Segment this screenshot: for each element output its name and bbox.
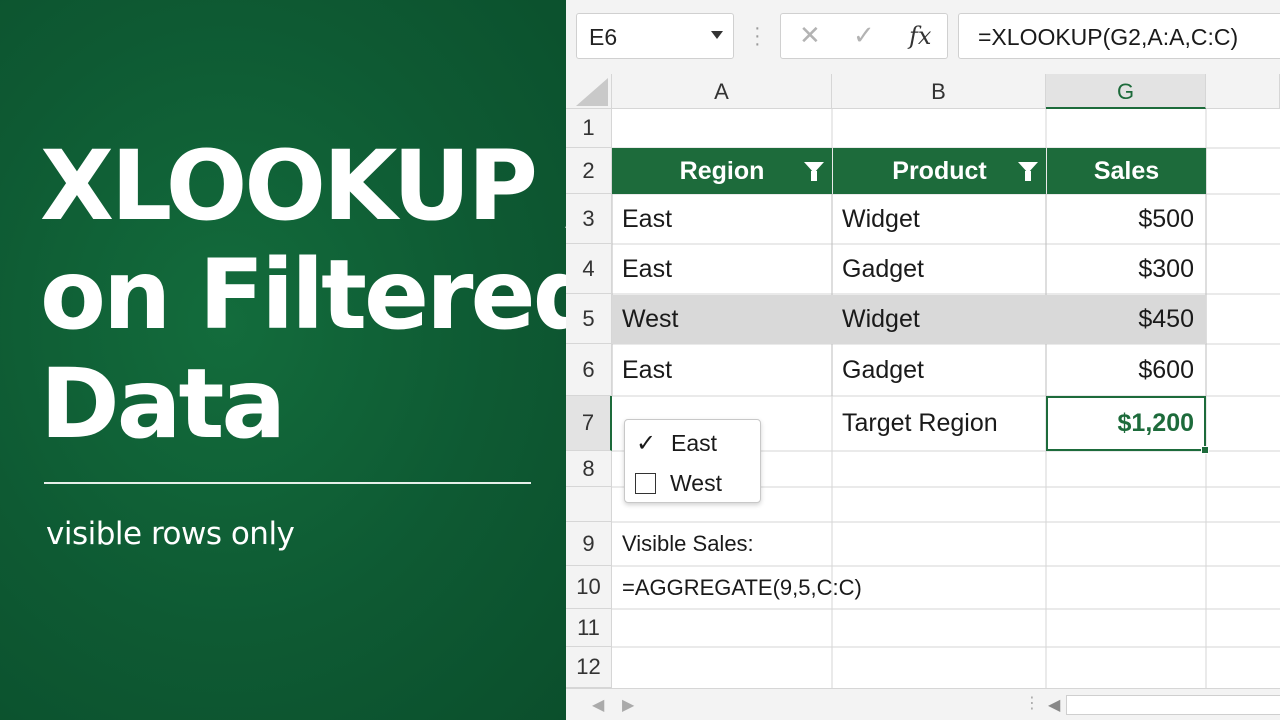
- row-header-9[interactable]: 9: [566, 522, 612, 566]
- cell-product[interactable]: Gadget: [832, 244, 1046, 294]
- cell-sales[interactable]: $450: [1046, 294, 1206, 344]
- scroll-left-icon[interactable]: ◀: [1048, 695, 1060, 715]
- row-header-hidden: [566, 487, 612, 522]
- filter-icon[interactable]: [804, 162, 824, 181]
- table-header-sales[interactable]: Sales: [1047, 148, 1206, 194]
- checkbox-icon[interactable]: [635, 472, 656, 494]
- cell-region[interactable]: East: [612, 244, 832, 294]
- title-panel: XLOOKUP / on Filtered Data visible rows …: [0, 0, 601, 720]
- splitter-icon[interactable]: ⋮: [1024, 693, 1040, 713]
- cell-region[interactable]: East: [612, 344, 832, 396]
- cell-region[interactable]: East: [612, 194, 832, 244]
- aggregate-formula-cell[interactable]: =AGGREGATE(9,5,C:C): [612, 566, 892, 609]
- cell-region[interactable]: West: [612, 294, 832, 344]
- filter-option-west[interactable]: West: [635, 466, 722, 500]
- headline-line-1: XLOOKUP /: [40, 130, 600, 242]
- headline-divider: [44, 482, 531, 484]
- sheet-nav-bar: ◀ ▶ ⋮ ◀: [566, 688, 1280, 720]
- row-header-12[interactable]: 12: [566, 647, 612, 688]
- table-header-label: Product: [892, 156, 987, 185]
- column-header-b[interactable]: B: [832, 74, 1046, 109]
- column-header-a[interactable]: A: [612, 74, 832, 109]
- result-cell[interactable]: $1,200: [1046, 396, 1209, 454]
- previous-sheet-icon[interactable]: ◀: [592, 695, 604, 715]
- row-header-1[interactable]: 1: [566, 109, 612, 148]
- subtitle: visible rows only: [46, 516, 295, 552]
- result-value: $1,200: [1117, 409, 1194, 437]
- target-region-label[interactable]: Target Region: [832, 396, 1046, 451]
- select-all-button[interactable]: [566, 74, 612, 109]
- row-header-10[interactable]: 10: [566, 566, 612, 609]
- fill-handle[interactable]: [1201, 446, 1209, 454]
- headline: XLOOKUP / on Filtered Data: [40, 130, 601, 460]
- row-header-11[interactable]: 11: [566, 609, 612, 647]
- table-header-product[interactable]: Product: [833, 148, 1046, 194]
- row-header-2[interactable]: 2: [566, 148, 612, 194]
- filter-dropdown: ✓ East West: [624, 419, 761, 503]
- headline-line-2: on Filtered: [40, 239, 601, 351]
- table-header-label: Region: [679, 156, 765, 185]
- visible-sales-label[interactable]: Visible Sales:: [612, 522, 872, 566]
- cell-sales[interactable]: $600: [1046, 344, 1206, 396]
- table-header-label: Sales: [1093, 156, 1160, 185]
- headline-line-3: Data: [40, 348, 286, 460]
- cell-product[interactable]: Widget: [832, 194, 1046, 244]
- table-header-region[interactable]: Region: [612, 148, 832, 194]
- cell-product[interactable]: Gadget: [832, 344, 1046, 396]
- filter-icon[interactable]: [1018, 162, 1038, 181]
- column-header-empty[interactable]: [1206, 74, 1280, 109]
- checkmark-icon[interactable]: ✓: [635, 430, 657, 457]
- row-header-3[interactable]: 3: [566, 194, 612, 244]
- cell-sales[interactable]: $300: [1046, 244, 1206, 294]
- filter-option-label: West: [670, 469, 722, 496]
- cell-sales[interactable]: $500: [1046, 194, 1206, 244]
- row-header-4[interactable]: 4: [566, 244, 612, 294]
- column-header-g[interactable]: G: [1046, 74, 1206, 109]
- row-header-6[interactable]: 6: [566, 344, 612, 396]
- horizontal-scrollbar[interactable]: [1066, 695, 1280, 715]
- spreadsheet: E6 · · · ✕ ✓ fx =XLOOKUP(G2,A:A,C:C) A B…: [566, 0, 1280, 720]
- filter-option-east[interactable]: ✓ East: [635, 426, 717, 460]
- row-header-5[interactable]: 5: [566, 294, 612, 344]
- filter-option-label: East: [671, 429, 718, 456]
- cell-product[interactable]: Widget: [832, 294, 1046, 344]
- row-header-7[interactable]: 7: [566, 396, 612, 451]
- select-all-icon: [576, 78, 608, 106]
- row-header-8[interactable]: 8: [566, 451, 612, 487]
- next-sheet-icon[interactable]: ▶: [622, 695, 634, 715]
